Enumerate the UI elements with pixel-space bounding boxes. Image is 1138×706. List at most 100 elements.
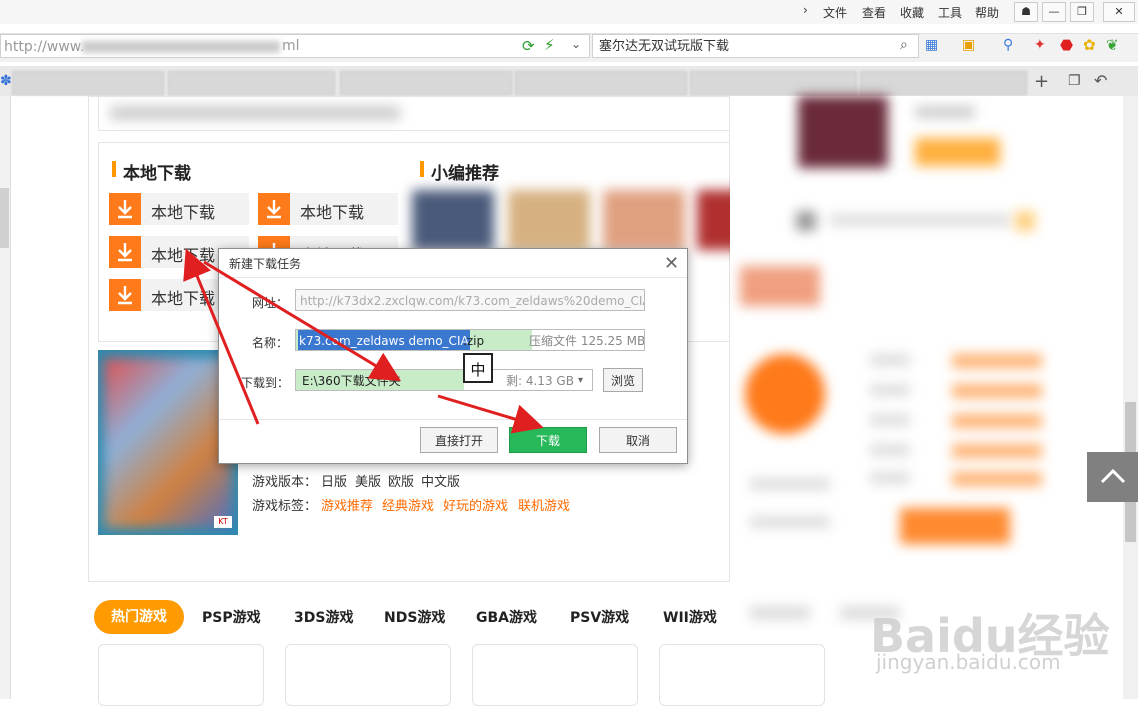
search-icon[interactable]: ⌕ (900, 37, 908, 53)
category-hot[interactable]: 热门游戏 (94, 600, 184, 634)
category-3ds[interactable]: 3DS游戏 (294, 607, 353, 627)
tag-link[interactable]: 经典游戏 (382, 495, 434, 514)
download-icon (109, 236, 141, 268)
close-icon[interactable]: ✕ (664, 253, 679, 274)
menu-view[interactable]: 查看 (862, 4, 886, 21)
category-wii[interactable]: WII游戏 (663, 607, 717, 627)
tab-6[interactable] (860, 71, 1027, 95)
file-size: 压缩文件 125.25 MB (529, 334, 645, 348)
open-directly-button[interactable]: 直接打开 (420, 427, 498, 453)
category-nds[interactable]: NDS游戏 (384, 607, 445, 627)
url-host: http://k73dx2.zxclqw.com (300, 294, 455, 308)
category-psp[interactable]: PSP游戏 (202, 607, 261, 627)
url-text: http://www. (4, 39, 85, 55)
url-label: 网址： (252, 296, 289, 310)
game-card[interactable] (98, 644, 264, 706)
leaf-icon[interactable]: ❦ (1106, 36, 1119, 54)
menu-help[interactable]: 帮助 (975, 4, 999, 21)
menu-bar: › 文件 查看 收藏 工具 帮助 ☗ — ❐ ✕ (0, 0, 1138, 24)
local-download-button[interactable]: 本地下载 (109, 193, 249, 225)
version-cn: 中文版 (421, 475, 461, 490)
version-jp: 日版 (321, 475, 348, 490)
skin-icon[interactable]: ☗ (1014, 2, 1038, 22)
category-psv[interactable]: PSV游戏 (570, 607, 629, 627)
saveto-path: E:\360下载文件夹 (302, 374, 401, 388)
close-window-icon[interactable]: ✕ (1103, 2, 1135, 22)
download-label: 本地下载 (151, 246, 216, 265)
category-gba[interactable]: GBA游戏 (476, 607, 537, 627)
game-thumbnail[interactable] (508, 190, 590, 250)
tab-2[interactable] (168, 71, 335, 95)
tag-link[interactable]: 游戏推荐 (321, 495, 373, 514)
game-thumbnail[interactable] (603, 190, 685, 250)
name-selected: k73.com_zeldaws demo_CIA (298, 330, 470, 350)
tab-1[interactable] (12, 71, 164, 95)
tag-link[interactable]: 联机游戏 (518, 495, 570, 514)
page-scrollbar[interactable] (1123, 96, 1138, 699)
menu-favorites[interactable]: 收藏 (900, 4, 924, 21)
new-tab-icon[interactable]: + (1034, 71, 1049, 92)
maximize-icon[interactable]: ❐ (1070, 2, 1094, 22)
tab-3[interactable] (340, 71, 512, 95)
version-label: 游戏版本： (252, 475, 318, 490)
left-sidebar-scroll[interactable] (0, 96, 11, 699)
undo-close-icon[interactable]: ↶ (1094, 71, 1107, 90)
lightning-icon[interactable]: ⚡ (544, 36, 555, 54)
cancel-button[interactable]: 取消 (599, 427, 677, 453)
search-input[interactable]: 塞尔达无双试玩版下载 (592, 34, 919, 58)
new-download-dialog: 新建下载任务 ✕ 网址： http://k73dx2.zxclqw.com/k7… (218, 248, 688, 464)
game-card[interactable] (659, 644, 825, 706)
game-card[interactable] (472, 644, 638, 706)
download-label: 本地下载 (151, 203, 216, 222)
left-scroll-thumb[interactable] (0, 188, 9, 248)
extension-icon[interactable]: ✦ (1034, 37, 1046, 53)
local-download-button[interactable]: 本地下载 (258, 193, 398, 225)
dialog-url-field[interactable]: http://k73dx2.zxclqw.com/k73.com_zeldaws… (295, 289, 645, 311)
download-label: 本地下载 (151, 289, 216, 308)
menu-file[interactable]: 文件 (823, 4, 847, 21)
download-icon (258, 193, 290, 225)
adblock-icon[interactable]: ⬣ (1060, 36, 1073, 54)
game-cover[interactable]: KT (98, 350, 238, 535)
browse-button[interactable]: 浏览 (603, 368, 643, 392)
dialog-name-field[interactable]: k73.com_zeldaws demo_CIA .zip 压缩文件 125.2… (295, 329, 645, 351)
game-card[interactable] (285, 644, 451, 706)
tab-4[interactable] (515, 71, 687, 95)
url-path: /k73.com_zeldaws%20demo_CIA. (454, 294, 645, 308)
tags-label: 游戏标签： (252, 499, 318, 514)
tag-link[interactable]: 好玩的游戏 (443, 495, 508, 514)
menu-tools[interactable]: 工具 (938, 4, 962, 21)
chevron-down-icon[interactable]: ▾ (578, 370, 583, 390)
apps-icon[interactable]: ▦ (925, 37, 938, 53)
refresh-icon[interactable]: ⟳ (522, 37, 535, 55)
zoom-icon[interactable]: ⚲ (1003, 37, 1013, 53)
chevron-right-icon[interactable]: › (803, 3, 808, 17)
ime-indicator: 中 (463, 353, 493, 383)
chevron-down-icon[interactable]: ⌄ (571, 37, 581, 51)
dialog-title: 新建下载任务 (229, 257, 302, 271)
plugin-icon[interactable]: ✿ (1083, 36, 1096, 54)
back-to-top-button[interactable] (1087, 452, 1138, 502)
name-label: 名称： (252, 336, 289, 350)
game-thumbnail[interactable] (412, 190, 494, 250)
minimize-icon[interactable]: — (1042, 2, 1066, 22)
download-label: 本地下载 (300, 203, 365, 222)
download-button[interactable]: 下载 (509, 427, 587, 453)
saveto-label: 下载到： (241, 376, 290, 390)
baidu-paw-icon: ✽ (0, 73, 12, 89)
section-marker (420, 161, 424, 177)
section-marker (112, 161, 116, 177)
blurred-text (110, 106, 400, 120)
version-us: 美版 (355, 475, 382, 490)
url-redacted (82, 41, 280, 53)
dialog-saveto-field[interactable]: E:\360下载文件夹 剩: 4.13 GB ▾ (295, 369, 593, 391)
publisher-logo: KT (214, 516, 232, 528)
baidu-watermark-url: jingyan.baidu.com (876, 650, 1061, 674)
download-icon (109, 279, 141, 311)
tab-list-icon[interactable]: ❐ (1068, 73, 1081, 89)
local-download-title: 本地下载 (123, 164, 191, 184)
screenshot-icon[interactable]: ▣ (962, 37, 975, 53)
tab-5[interactable] (690, 71, 857, 95)
version-eu: 欧版 (388, 475, 415, 490)
category-bar: 热门游戏 PSP游戏 3DS游戏 NDS游戏 GBA游戏 PSV游戏 WII游戏 (88, 585, 728, 645)
